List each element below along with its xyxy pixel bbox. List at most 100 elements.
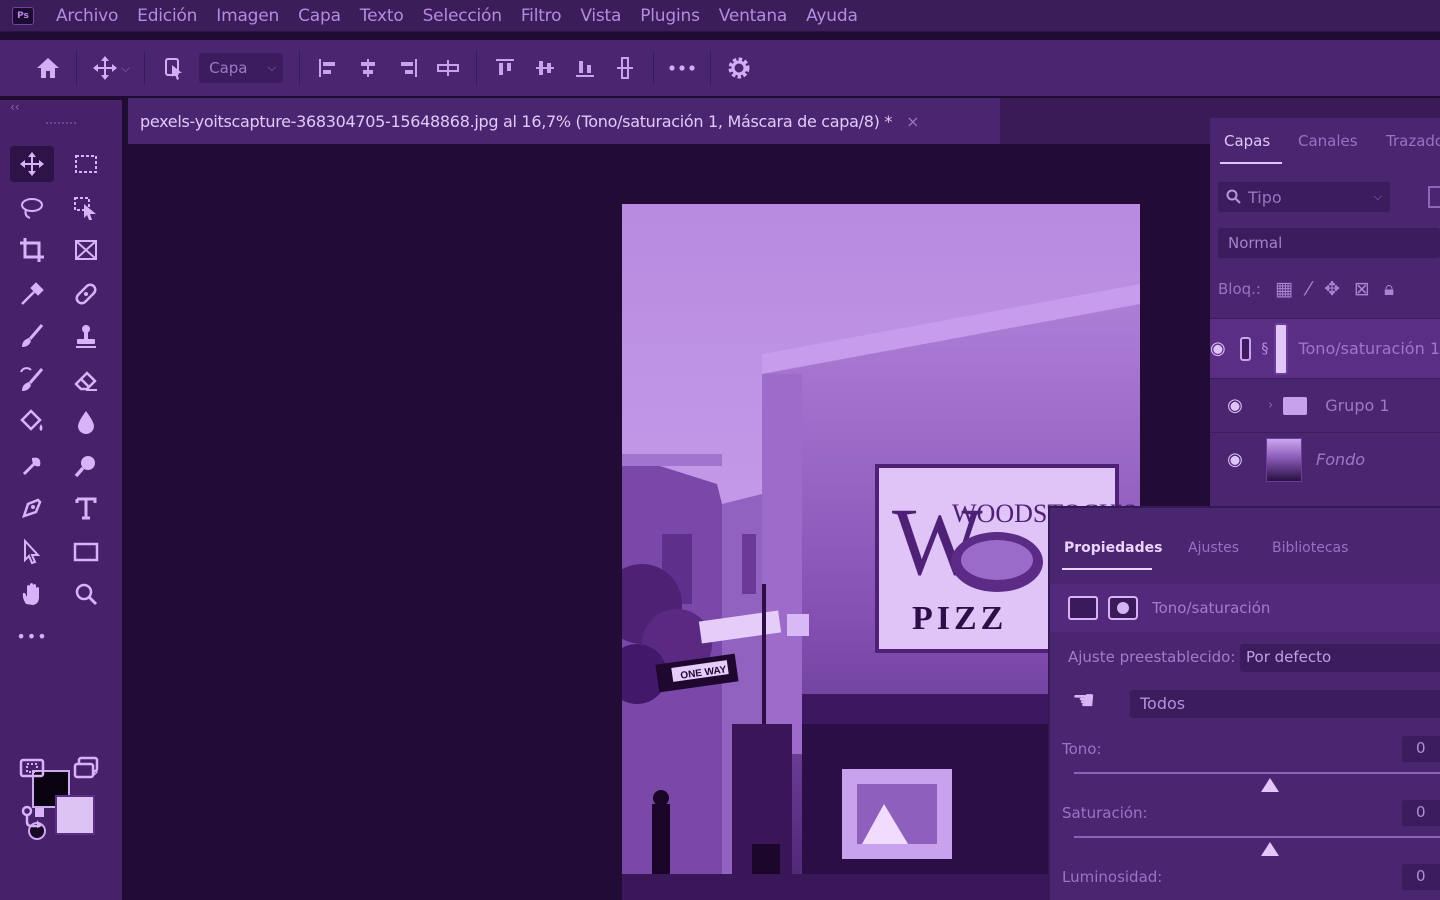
align-center-icon[interactable] <box>348 48 388 88</box>
options-divider <box>710 51 712 85</box>
targeted-adjustment-hand-icon[interactable]: ☚ <box>1072 686 1095 716</box>
zoom-tool-icon[interactable] <box>64 576 108 612</box>
distribute-vertical-icon[interactable] <box>605 48 645 88</box>
brush-tool-icon[interactable] <box>10 318 54 354</box>
collapse-panel-icon[interactable]: ‹‹ <box>10 100 20 114</box>
lock-all-icon[interactable]: 🔒︎ <box>1384 278 1394 300</box>
lasso-tool-icon[interactable] <box>10 190 54 226</box>
menu-imagen[interactable]: Imagen <box>216 6 279 26</box>
crop-tool-icon[interactable] <box>10 232 54 268</box>
preset-dropdown[interactable]: Por defecto <box>1240 644 1440 672</box>
quick-mask-icon[interactable] <box>10 750 54 786</box>
pen-tool-icon[interactable] <box>10 490 54 526</box>
document-tab[interactable]: pexels-yoitscapture-368304705-15648868.j… <box>128 98 1000 144</box>
align-left-icon[interactable] <box>308 48 348 88</box>
type-tool-icon[interactable] <box>64 490 108 526</box>
tab-ajustes[interactable]: Ajustes <box>1188 540 1239 556</box>
frame-tool-icon[interactable] <box>64 232 108 268</box>
align-middle-icon[interactable] <box>525 48 565 88</box>
hue-slider-thumb[interactable] <box>1261 778 1279 792</box>
tab-capas[interactable]: Capas <box>1224 132 1270 150</box>
eye-icon[interactable]: ◉ <box>1210 338 1226 359</box>
saturation-slider-track[interactable] <box>1074 836 1440 838</box>
options-divider <box>144 51 146 85</box>
auto-select-icon[interactable] <box>153 48 193 88</box>
menu-plugins[interactable]: Plugins <box>640 6 700 26</box>
lock-position-icon[interactable]: ✥ <box>1324 278 1340 300</box>
layer-mask-thumbnail[interactable] <box>1274 322 1289 375</box>
chevron-down-icon: ⌵ <box>1373 190 1382 203</box>
filter-toggle-icon[interactable] <box>1428 186 1440 208</box>
layer-row-fondo[interactable]: ◉ Fondo <box>1210 432 1440 486</box>
tab-propiedades[interactable]: Propiedades <box>1064 540 1162 556</box>
rectangle-tool-icon[interactable] <box>64 534 108 570</box>
eraser-tool-icon[interactable] <box>64 362 108 398</box>
layer-filter-dropdown[interactable]: Tipo ⌵ <box>1218 182 1390 212</box>
blur-tool-icon[interactable] <box>64 404 108 440</box>
auto-select-target-dropdown[interactable]: Capa ⌵ <box>199 53 284 83</box>
color-range-dropdown[interactable]: Todos <box>1130 690 1440 718</box>
chevron-right-icon[interactable]: › <box>1268 398 1273 413</box>
dodge-tool-icon[interactable] <box>10 448 54 484</box>
hand-tool-icon[interactable] <box>10 576 54 612</box>
more-options-icon[interactable] <box>662 48 702 88</box>
screen-mode-icon[interactable] <box>64 750 108 786</box>
paint-bucket-tool-icon[interactable] <box>10 404 54 440</box>
menu-vista[interactable]: Vista <box>580 6 621 26</box>
path-selection-tool-icon[interactable] <box>10 534 54 570</box>
history-brush-tool-icon[interactable] <box>10 362 54 398</box>
object-selection-tool-icon[interactable] <box>64 190 108 226</box>
zoom-tool-alt-icon[interactable] <box>64 448 108 484</box>
share-icon[interactable] <box>12 798 56 834</box>
gear-icon[interactable] <box>719 48 759 88</box>
tab-bibliotecas[interactable]: Bibliotecas <box>1272 540 1348 556</box>
eye-icon[interactable]: ◉ <box>1210 449 1260 470</box>
marquee-tool-icon[interactable] <box>64 146 108 182</box>
properties-panel: Propiedades Ajustes Bibliotecas Tono/sat… <box>1048 506 1440 900</box>
link-icon[interactable]: § <box>1261 341 1268 357</box>
lock-transparency-icon[interactable]: ▦ <box>1275 278 1293 300</box>
menu-ayuda[interactable]: Ayuda <box>806 6 858 26</box>
close-icon[interactable]: × <box>906 112 919 131</box>
lock-pixels-icon[interactable]: ⁄ <box>1307 278 1310 300</box>
hue-value-input[interactable]: 0 <box>1402 736 1440 762</box>
menu-ventana[interactable]: Ventana <box>719 6 788 26</box>
saturation-value-input[interactable]: 0 <box>1402 800 1440 826</box>
move-tool-icon[interactable] <box>85 48 125 88</box>
panel-grip[interactable] <box>46 122 76 125</box>
stamp-tool-icon[interactable] <box>64 318 108 354</box>
more-tools-icon[interactable]: ••• <box>10 618 54 654</box>
menu-texto[interactable]: Texto <box>360 6 404 26</box>
healing-brush-tool-icon[interactable] <box>64 276 108 312</box>
lightness-value-input[interactable]: 0 <box>1402 864 1440 890</box>
tab-canales[interactable]: Canales <box>1298 132 1358 150</box>
preset-value: Por defecto <box>1246 648 1332 666</box>
menu-edicion[interactable]: Edición <box>137 6 197 26</box>
chevron-down-icon[interactable]: ⌵ <box>121 61 130 76</box>
folder-icon <box>1283 396 1308 415</box>
layers-panel: Capas Canales Trazados Tipo ⌵ Normal Blo… <box>1210 118 1440 508</box>
move-tool-icon[interactable] <box>10 146 54 182</box>
adjustment-icon[interactable] <box>1068 596 1098 620</box>
active-tab-indicator <box>1062 568 1152 570</box>
align-top-icon[interactable] <box>485 48 525 88</box>
layer-row-tono-saturacion[interactable]: ◉ § Tono/saturación 1 <box>1210 318 1440 378</box>
saturation-slider-thumb[interactable] <box>1261 842 1279 856</box>
layer-row-grupo-1[interactable]: ◉ › Grupo 1 <box>1210 378 1440 432</box>
menu-capa[interactable]: Capa <box>298 6 341 26</box>
menu-seleccion[interactable]: Selección <box>423 6 502 26</box>
hue-slider-track[interactable] <box>1074 772 1440 774</box>
home-icon[interactable] <box>28 48 68 88</box>
align-right-icon[interactable] <box>388 48 428 88</box>
distribute-horizontal-icon[interactable] <box>428 48 468 88</box>
background-color-swatch[interactable] <box>55 795 95 835</box>
blend-mode-dropdown[interactable]: Normal <box>1218 228 1440 258</box>
menu-archivo[interactable]: Archivo <box>56 6 118 26</box>
menu-filtro[interactable]: Filtro <box>521 6 562 26</box>
tab-trazados[interactable]: Trazados <box>1386 132 1440 150</box>
lock-artboard-icon[interactable]: ⊠ <box>1354 278 1370 300</box>
eye-icon[interactable]: ◉ <box>1210 395 1260 416</box>
align-bottom-icon[interactable] <box>565 48 605 88</box>
eyedropper-tool-icon[interactable] <box>10 276 54 312</box>
mask-icon[interactable] <box>1108 596 1138 620</box>
